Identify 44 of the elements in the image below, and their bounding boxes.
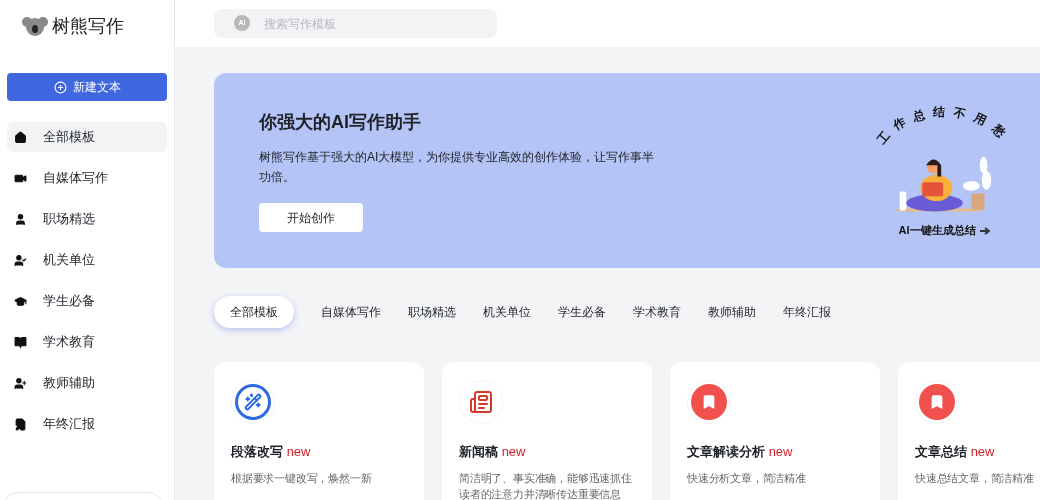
sidebar-item[interactable]: 职场精选 — [7, 204, 167, 234]
arc-heading: 工作总结不用愁 — [874, 102, 1014, 149]
book-icon — [14, 335, 27, 349]
template-card[interactable]: 文章解读分析 new 快速分析文章，简洁精准 — [670, 362, 880, 500]
card-title: 段落改写 new — [231, 443, 312, 461]
arrow-icon — [979, 226, 990, 235]
banner-description: 树熊写作基于强大的AI大模型，为你提供专业高效的创作体验，让写作事半功倍。 — [259, 149, 656, 186]
sidebar-item[interactable]: 教师辅助 — [7, 368, 167, 398]
koala-logo-icon — [22, 15, 48, 37]
category-tab[interactable]: 机关单位 — [483, 295, 531, 328]
person-icon — [14, 253, 27, 267]
category-tab[interactable]: 学术教育 — [633, 295, 681, 328]
category-tab[interactable]: 职场精选 — [408, 295, 456, 328]
category-tab[interactable]: 教师辅助 — [708, 295, 756, 328]
sidebar-item[interactable]: 机关单位 — [7, 245, 167, 275]
card-description: 简洁明了、事实准确，能够迅速抓住 读者的注意力并清晰传达重要信息 — [459, 470, 633, 500]
person-icon — [14, 212, 27, 226]
card-title: 文章总结 new — [915, 443, 996, 461]
card-description: 快速总结文章，简洁精准 — [915, 470, 1035, 486]
new-text-button[interactable]: 新建文本 — [7, 73, 167, 101]
plus-circle-icon — [53, 80, 67, 94]
card-description: 根据要求一键改写，焕然一新 — [231, 470, 373, 486]
person-plus-icon — [14, 376, 27, 390]
category-tab[interactable]: 自媒体写作 — [321, 295, 381, 328]
sidebar-item[interactable]: 学术教育 — [7, 327, 167, 357]
art-caption: AI一键生成总结 — [898, 223, 976, 239]
card-title: 新闻稿 new — [459, 443, 527, 461]
template-card[interactable]: 段落改写 new 根据要求一键改写，焕然一新 — [214, 362, 424, 500]
card-description: 快速分析文章，简洁精准 — [687, 470, 807, 486]
category-tab[interactable]: 学生必备 — [558, 295, 606, 328]
sidebar-item[interactable]: 全部模板 — [7, 122, 167, 152]
sidebar-item[interactable]: 自媒体写作 — [7, 163, 167, 193]
start-button[interactable]: 开始创作 — [259, 203, 363, 232]
home-icon — [14, 130, 27, 144]
banner-title: 你强大的AI写作助手 — [259, 111, 422, 134]
sidebar-item[interactable]: 学生必备 — [7, 286, 167, 316]
template-card[interactable]: 文章总结 new 快速总结文章，简洁精准 — [898, 362, 1040, 500]
graduation-cap-icon — [14, 294, 27, 308]
sidebar-item[interactable]: 年终汇报 — [7, 409, 167, 439]
category-tab[interactable]: 年终汇报 — [783, 295, 831, 328]
template-card[interactable]: 新闻稿 new 简洁明了、事实准确，能够迅速抓住 读者的注意力并清晰传达重要信息 — [442, 362, 652, 500]
logo-name: 树熊写作 — [52, 14, 124, 38]
category-tab[interactable]: 全部模板 — [214, 295, 294, 328]
card-title: 文章解读分析 new — [687, 443, 794, 461]
